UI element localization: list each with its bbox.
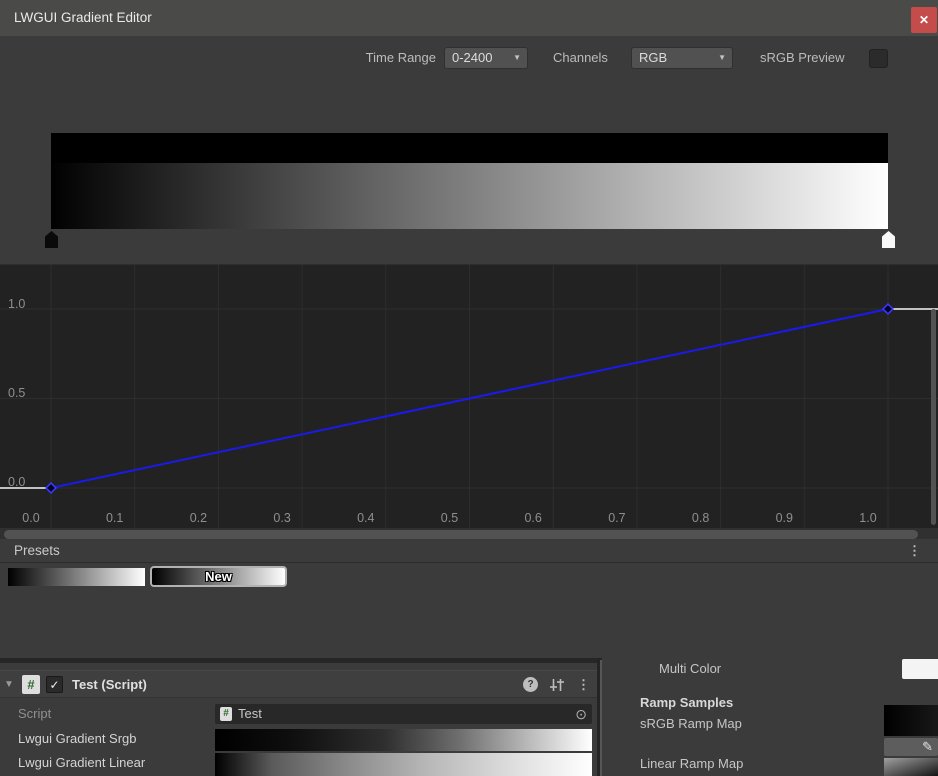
- channels-dropdown[interactable]: RGB ▼: [631, 47, 733, 69]
- y-tick-label: 1.0: [8, 296, 25, 312]
- csharp-script-icon: #: [220, 707, 232, 721]
- linear-ramp-map-thumbnail[interactable]: [884, 758, 938, 776]
- srgb-ramp-map-thumbnail[interactable]: [884, 705, 938, 736]
- close-icon: ✕: [919, 13, 929, 27]
- csharp-script-icon: #: [22, 675, 40, 694]
- x-tick-label: 0.0: [11, 511, 51, 525]
- ramp-edit-button[interactable]: ✎: [884, 738, 938, 756]
- x-tick-label: 0.1: [95, 511, 135, 525]
- close-button[interactable]: ✕: [911, 7, 937, 33]
- x-tick-label: 0.5: [430, 511, 470, 525]
- linear-gradient-row-label: Lwgui Gradient Linear: [18, 754, 145, 772]
- pencil-icon: ✎: [922, 738, 933, 756]
- script-object-value: Test: [238, 704, 262, 724]
- time-range-dropdown[interactable]: 0-2400 ▼: [444, 47, 528, 69]
- presets-title: Presets: [14, 539, 60, 563]
- script-object-field[interactable]: # Test ⊙: [215, 704, 592, 724]
- component-enabled-checkbox[interactable]: ✓: [46, 676, 63, 693]
- srgb-gradient-swatch[interactable]: [215, 729, 592, 751]
- channels-label: Channels: [553, 47, 625, 69]
- window-titlebar: LWGUI Gradient Editor ✕: [0, 0, 938, 36]
- x-tick-label: 0.7: [597, 511, 637, 525]
- curve-editor[interactable]: 1.0 0.5 0.0 0.0 0.1 0.2 0.3 0.4 0.5 0.6 …: [0, 264, 938, 539]
- preset-new-button[interactable]: New: [150, 566, 287, 587]
- check-icon: ✓: [49, 678, 59, 692]
- help-icon[interactable]: ?: [523, 677, 538, 692]
- chevron-down-icon: ▼: [513, 48, 521, 68]
- gradient-key-end[interactable]: [882, 231, 895, 248]
- y-tick-label: 0.0: [8, 474, 25, 490]
- srgb-gradient-row-label: Lwgui Gradient Srgb: [18, 730, 137, 748]
- window-title: LWGUI Gradient Editor: [14, 0, 152, 36]
- time-range-label: Time Range: [346, 47, 436, 69]
- x-tick-label: 0.3: [262, 511, 302, 525]
- gradient-editor-window: LWGUI Gradient Editor ✕ Time Range 0-240…: [0, 0, 938, 658]
- linear-ramp-map-label: Linear Ramp Map: [640, 755, 743, 773]
- preset-new-label: New: [205, 569, 232, 584]
- y-tick-label: 0.5: [8, 385, 25, 401]
- srgb-ramp-map-label: sRGB Ramp Map: [640, 715, 742, 733]
- kebab-menu-icon[interactable]: ⋮: [908, 539, 921, 563]
- presets-header: Presets ⋮: [0, 539, 938, 563]
- gradient-preview-bar[interactable]: [51, 163, 888, 229]
- x-tick-label: 0.9: [764, 511, 804, 525]
- gradient-key-start[interactable]: [45, 231, 58, 248]
- ramp-samples-header: Ramp Samples: [640, 694, 733, 712]
- x-tick-label: 0.6: [513, 511, 553, 525]
- object-picker-icon[interactable]: ⊙: [575, 704, 587, 724]
- script-row-label: Script: [18, 705, 51, 723]
- curve-canvas[interactable]: [0, 265, 938, 528]
- srgb-preview-checkbox[interactable]: [869, 49, 888, 68]
- component-title: Test (Script): [72, 671, 147, 698]
- chevron-down-icon: ▼: [718, 48, 726, 68]
- curve-point[interactable]: [883, 304, 893, 314]
- preset-gradient-swatch[interactable]: [8, 568, 145, 586]
- kebab-menu-icon[interactable]: ⋮: [577, 671, 590, 698]
- curve-point[interactable]: [46, 483, 56, 493]
- channels-value: RGB: [639, 50, 667, 65]
- x-tick-label: 0.4: [346, 511, 386, 525]
- material-panel: Multi Color Ramp Samples sRGB Ramp Map ✎…: [602, 658, 938, 776]
- x-tick-label: 0.8: [681, 511, 721, 525]
- srgb-preview-label: sRGB Preview: [760, 47, 861, 69]
- multi-color-label: Multi Color: [659, 660, 721, 678]
- foldout-arrow-icon[interactable]: ▼: [4, 679, 14, 690]
- multi-color-swatch[interactable]: [902, 659, 938, 679]
- x-tick-label: 0.2: [178, 511, 218, 525]
- x-tick-label: 1.0: [848, 511, 888, 525]
- linear-gradient-swatch[interactable]: [215, 753, 592, 776]
- inspector-panel: ▼ # ✓ Test (Script) ? ⋮ Script # Test ⊙ …: [0, 663, 597, 776]
- component-header[interactable]: ▼ # ✓ Test (Script) ? ⋮: [0, 670, 597, 698]
- gradient-preview-top-strip[interactable]: [51, 133, 888, 163]
- screen: LWGUI Gradient Editor ✕ Time Range 0-240…: [0, 0, 938, 776]
- presets-slider-icon[interactable]: [548, 677, 565, 693]
- vertical-scrollbar[interactable]: [931, 309, 936, 525]
- time-range-value: 0-2400: [452, 50, 492, 65]
- horizontal-scrollbar[interactable]: [4, 530, 918, 539]
